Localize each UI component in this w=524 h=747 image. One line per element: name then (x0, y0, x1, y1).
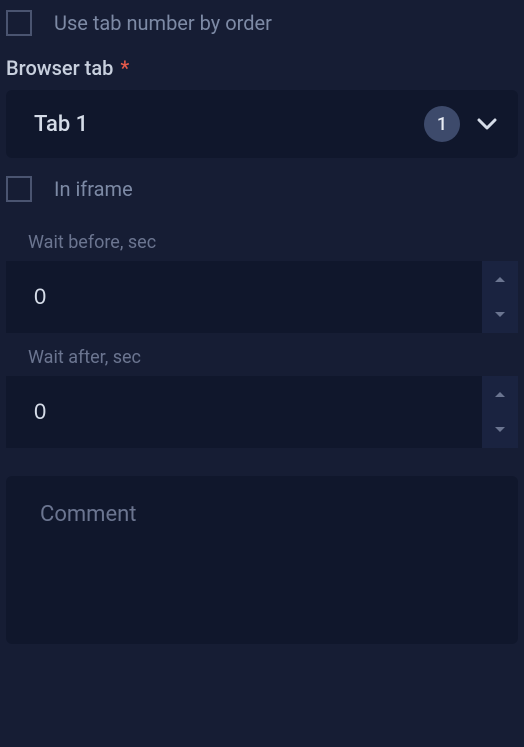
browser-tab-badge: 1 (424, 106, 460, 142)
browser-tab-label: Browser tab * (6, 56, 518, 80)
wait-before-increment[interactable] (482, 261, 518, 297)
wait-after-label: Wait after, sec (28, 347, 518, 368)
checkbox-row-use-tab-order: Use tab number by order (6, 6, 518, 56)
checkbox-use-tab-order-label: Use tab number by order (54, 11, 272, 35)
comment-placeholder: Comment (40, 502, 136, 527)
wait-after-spinner (482, 376, 518, 448)
chevron-down-icon (476, 113, 498, 135)
wait-after-input[interactable] (6, 376, 482, 448)
browser-tab-label-text: Browser tab (6, 56, 113, 80)
wait-after-input-wrap (6, 376, 518, 448)
wait-before-input-wrap (6, 261, 518, 333)
required-star: * (120, 56, 129, 80)
wait-before-decrement[interactable] (482, 297, 518, 333)
browser-tab-selected: Tab 1 (34, 112, 424, 137)
checkbox-use-tab-order[interactable] (6, 10, 32, 36)
browser-tab-dropdown[interactable]: Tab 1 1 (6, 90, 518, 158)
wait-after-decrement[interactable] (482, 412, 518, 448)
checkbox-in-iframe-label: In iframe (54, 177, 133, 201)
checkbox-in-iframe[interactable] (6, 176, 32, 202)
checkbox-row-in-iframe: In iframe (6, 158, 518, 232)
wait-after-increment[interactable] (482, 376, 518, 412)
wait-before-spinner (482, 261, 518, 333)
wait-before-input[interactable] (6, 261, 482, 333)
comment-textarea[interactable]: Comment (6, 476, 518, 644)
wait-before-label: Wait before, sec (28, 232, 518, 253)
